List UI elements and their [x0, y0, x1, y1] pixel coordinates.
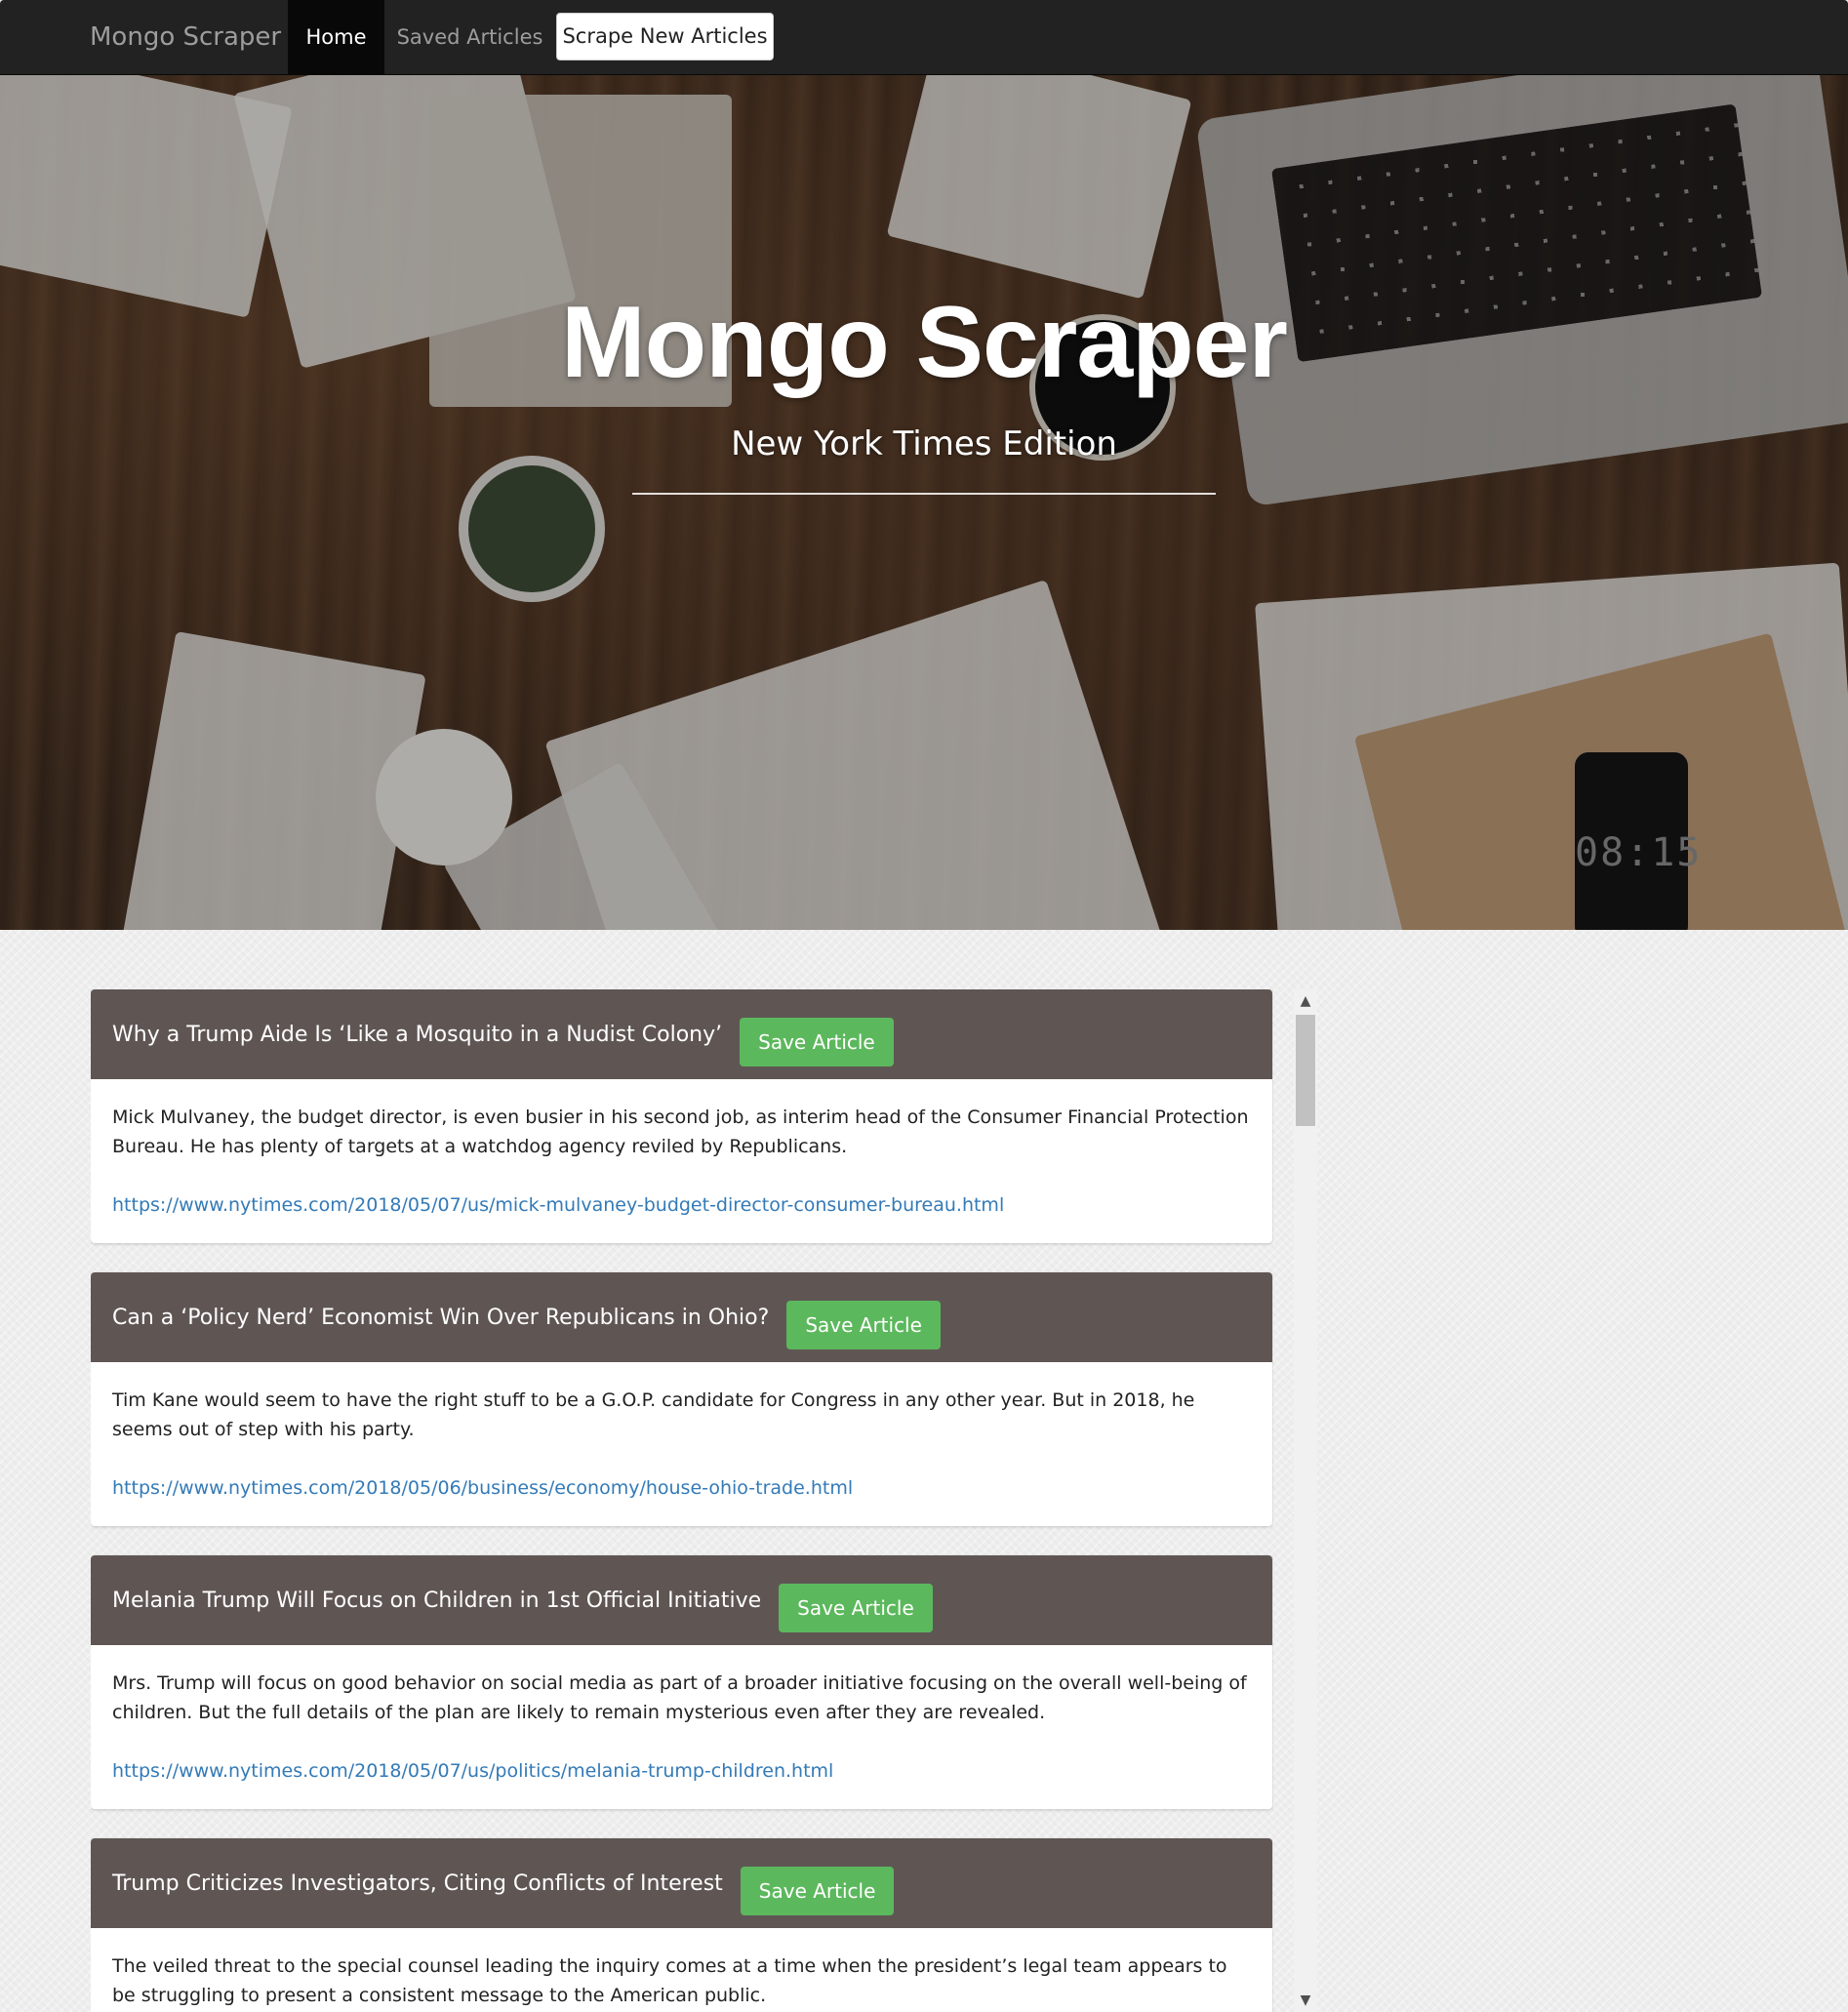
scroll-up-arrow-icon[interactable]: ▲ — [1294, 989, 1317, 1013]
article-body: Mrs. Trump will focus on good behavior o… — [91, 1645, 1272, 1809]
article-body: The veiled threat to the special counsel… — [91, 1928, 1272, 2012]
article-panel: Trump Criticizes Investigators, Citing C… — [91, 1838, 1272, 2012]
article-panel: Can a ‘Policy Nerd’ Economist Win Over R… — [91, 1272, 1272, 1526]
article-heading: Melania Trump Will Focus on Children in … — [91, 1555, 1272, 1645]
article-summary: Tim Kane would seem to have the right st… — [112, 1389, 1195, 1440]
article-link[interactable]: https://www.nytimes.com/2018/05/07/us/mi… — [112, 1190, 1251, 1220]
hero-divider — [632, 493, 1216, 495]
hero-title: Mongo Scraper — [561, 286, 1288, 399]
article-panel: Melania Trump Will Focus on Children in … — [91, 1555, 1272, 1809]
scrollbar-thumb[interactable] — [1296, 1015, 1315, 1126]
nav-saved-articles-link[interactable]: Saved Articles — [384, 0, 555, 75]
article-summary: Mick Mulvaney, the budget director, is e… — [112, 1107, 1249, 1157]
article-link[interactable]: https://www.nytimes.com/2018/05/07/us/po… — [112, 1756, 1251, 1786]
article-title: Trump Criticizes Investigators, Citing C… — [112, 1871, 723, 1896]
scroll-down-arrow-icon[interactable]: ▼ — [1294, 1989, 1317, 2012]
article-title: Melania Trump Will Focus on Children in … — [112, 1588, 762, 1613]
article-summary: Mrs. Trump will focus on good behavior o… — [112, 1672, 1247, 1723]
save-article-button[interactable]: Save Article — [740, 1867, 895, 1915]
hero-banner: 08:15 Mongo Scraper New York Times Editi… — [0, 75, 1848, 930]
article-heading: Why a Trump Aide Is ‘Like a Mosquito in … — [91, 989, 1272, 1079]
article-heading: Trump Criticizes Investigators, Citing C… — [91, 1838, 1272, 1928]
article-list-scrollbar[interactable]: ▲ ▼ — [1294, 989, 1317, 2012]
navbar-brand[interactable]: Mongo Scraper — [90, 0, 281, 75]
hero-overlay — [0, 75, 1848, 930]
save-article-button[interactable]: Save Article — [779, 1584, 933, 1632]
article-panel: Why a Trump Aide Is ‘Like a Mosquito in … — [91, 989, 1272, 1243]
article-title: Can a ‘Policy Nerd’ Economist Win Over R… — [112, 1305, 770, 1330]
save-article-button[interactable]: Save Article — [740, 1018, 894, 1066]
nav-home-link[interactable]: Home — [288, 0, 384, 75]
article-link[interactable]: https://www.nytimes.com/2018/05/06/busin… — [112, 1473, 1251, 1503]
article-list: Why a Trump Aide Is ‘Like a Mosquito in … — [91, 989, 1273, 2012]
navbar: Mongo Scraper Home Saved Articles Scrape… — [0, 0, 1848, 75]
scrape-new-articles-button[interactable]: Scrape New Articles — [556, 13, 774, 60]
article-body: Tim Kane would seem to have the right st… — [91, 1362, 1272, 1526]
article-heading: Can a ‘Policy Nerd’ Economist Win Over R… — [91, 1272, 1272, 1362]
hero-subtitle: New York Times Edition — [731, 424, 1117, 463]
article-summary: The veiled threat to the special counsel… — [112, 1955, 1227, 2006]
article-body: Mick Mulvaney, the budget director, is e… — [91, 1079, 1272, 1243]
save-article-button[interactable]: Save Article — [786, 1301, 941, 1349]
article-title: Why a Trump Aide Is ‘Like a Mosquito in … — [112, 1022, 723, 1047]
